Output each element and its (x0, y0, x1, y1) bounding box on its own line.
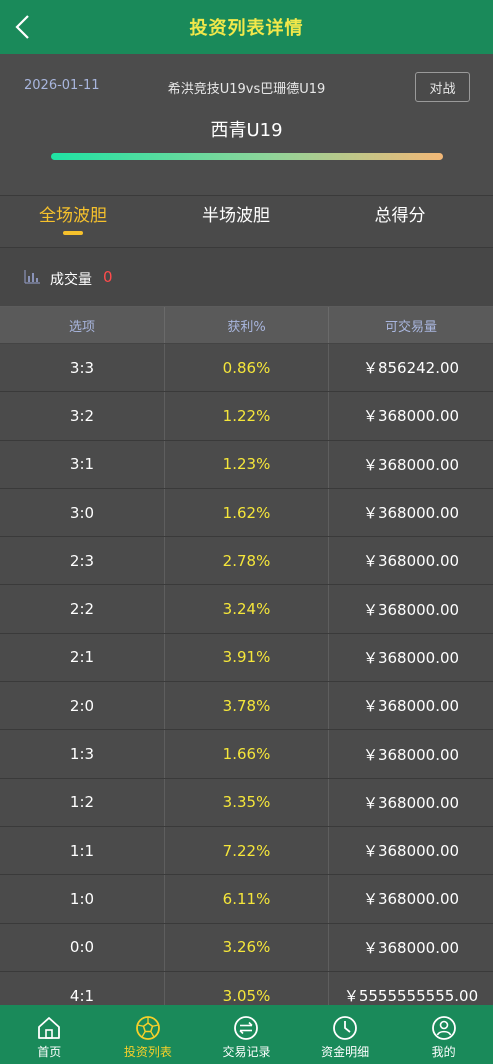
nav-item-investment-list[interactable]: 投资列表 (99, 1005, 198, 1064)
table-row[interactable]: 1:0 6.11% ￥368000.00 (0, 875, 493, 924)
header-amount: 可交易量 (384, 319, 437, 335)
table-row[interactable]: 1:3 1.66% ￥368000.00 (0, 730, 493, 779)
row-amount: ￥368000.00 (362, 890, 460, 909)
row-option: 0:0 (0, 923, 165, 971)
row-amount: ￥368000.00 (362, 697, 460, 716)
row-amount: ￥368000.00 (362, 504, 460, 523)
tab-half-time[interactable]: 半场波胆 (181, 196, 291, 248)
table-row[interactable]: 3:0 1.62% ￥368000.00 (0, 488, 493, 538)
tab-label: 半场波胆 (202, 206, 270, 226)
page-title: 投资列表详情 (189, 18, 304, 39)
row-profit: 1.62% (165, 488, 329, 537)
row-option: 2:1 (0, 633, 165, 682)
match-progress-bar (51, 153, 443, 160)
table-row[interactable]: 0:0 3.26% ￥368000.00 (0, 923, 493, 972)
back-arrow-icon[interactable] (10, 12, 38, 42)
row-amount: ￥368000.00 (362, 600, 460, 619)
header-profit: 获利% (165, 307, 329, 343)
bar-chart-icon (24, 270, 40, 284)
row-option: 2:0 (0, 682, 165, 730)
clock-icon (333, 1016, 357, 1040)
row-profit: 7.22% (165, 826, 329, 875)
odds-table: 选项 获利% 可交易量 3:3 0.86% ￥856242.00 3:2 1.22% ￥3… (0, 306, 493, 1021)
row-option: 1:2 (0, 778, 165, 826)
row-option: 3:3 (0, 344, 165, 392)
tab-label: 总得分 (374, 206, 426, 226)
football-icon (135, 1016, 160, 1040)
vs-button[interactable]: 对战 (415, 72, 470, 102)
row-option: 1:1 (0, 826, 165, 875)
volume-label: 成交量 (50, 272, 92, 288)
table-row[interactable]: 3:1 1.23% ￥368000.00 (0, 440, 493, 489)
header-option: 选项 (0, 307, 165, 343)
team-name: 西青U19 (210, 120, 283, 141)
nav-label: 投资列表 (123, 1045, 172, 1059)
row-option: 1:3 (0, 730, 165, 778)
nav-label: 我的 (431, 1045, 456, 1059)
row-profit: 3.78% (165, 682, 329, 730)
nav-label: 首页 (37, 1045, 62, 1059)
tab-full-time[interactable]: 全场波胆 (18, 196, 128, 248)
row-amount: ￥368000.00 (362, 938, 460, 957)
table-row[interactable]: 1:2 3.35% ￥368000.00 (0, 778, 493, 827)
table-row[interactable]: 1:1 7.22% ￥368000.00 (0, 826, 493, 876)
tab-bar: 全场波胆 半场波胆 总得分 (0, 196, 493, 248)
nav-item-funds[interactable]: 资金明细 (296, 1005, 395, 1064)
exchange-icon (234, 1016, 259, 1040)
table-row[interactable]: 3:3 0.86% ￥856242.00 (0, 344, 493, 393)
active-tab-indicator (63, 231, 83, 235)
nav-item-transactions[interactable]: 交易记录 (197, 1005, 296, 1064)
row-profit: 1.23% (165, 440, 329, 488)
table-row[interactable]: 2:3 2.78% ￥368000.00 (0, 537, 493, 586)
row-amount: ￥368000.00 (362, 842, 460, 861)
row-amount: ￥368000.00 (362, 745, 460, 764)
table-header: 选项 获利% 可交易量 (0, 307, 493, 344)
row-amount: ￥856242.00 (362, 359, 460, 378)
volume-value: 0 (103, 268, 113, 286)
nav-item-home[interactable]: 首页 (0, 1005, 99, 1064)
row-amount: ￥368000.00 (362, 648, 460, 667)
nav-item-mine[interactable]: 我的 (394, 1005, 493, 1064)
row-option: 3:2 (0, 392, 165, 440)
app: 投资列表详情 2026-01-11 希洪竞技U19vs巴珊德U19 对战 西青U… (0, 0, 493, 1064)
nav-label: 资金明细 (321, 1045, 370, 1059)
row-profit: 3.26% (165, 923, 329, 971)
bottom-nav: 首页 投资列表 交易记录 资金明细 我的 (0, 1005, 493, 1064)
row-amount: ￥368000.00 (362, 455, 460, 474)
top-bar: 投资列表详情 (0, 0, 493, 54)
row-profit: 0.86% (165, 344, 329, 392)
table-row[interactable]: 2:0 3.78% ￥368000.00 (0, 682, 493, 731)
row-profit: 1.66% (165, 730, 329, 778)
row-option: 3:0 (0, 488, 165, 537)
row-profit: 3.24% (165, 585, 329, 633)
row-option: 2:2 (0, 585, 165, 633)
table-body: 3:3 0.86% ￥856242.00 3:2 1.22% ￥368000.00 3:1 1… (0, 344, 493, 1021)
row-option: 3:1 (0, 440, 165, 488)
row-profit: 3.35% (165, 778, 329, 826)
nav-label: 交易记录 (222, 1045, 271, 1059)
table-row[interactable]: 2:2 3.24% ￥368000.00 (0, 585, 493, 634)
row-option: 1:0 (0, 875, 165, 923)
tab-total-score[interactable]: 总得分 (345, 196, 455, 248)
match-card: 2026-01-11 希洪竞技U19vs巴珊德U19 对战 西青U19 (0, 54, 493, 196)
tab-label: 全场波胆 (39, 206, 107, 226)
volume-section: 成交量 0 (0, 248, 493, 306)
row-amount: ￥368000.00 (362, 793, 460, 812)
home-icon (38, 1017, 61, 1039)
row-amount: ￥368000.00 (362, 552, 460, 571)
table-row[interactable]: 2:1 3.91% ￥368000.00 (0, 633, 493, 683)
row-amount: ￥368000.00 (362, 407, 460, 426)
row-profit: 6.11% (165, 875, 329, 923)
row-option: 2:3 (0, 537, 165, 585)
row-profit: 1.22% (165, 392, 329, 440)
row-profit: 2.78% (165, 537, 329, 585)
table-row[interactable]: 3:2 1.22% ￥368000.00 (0, 392, 493, 441)
user-icon (431, 1016, 456, 1040)
row-profit: 3.91% (165, 633, 329, 682)
